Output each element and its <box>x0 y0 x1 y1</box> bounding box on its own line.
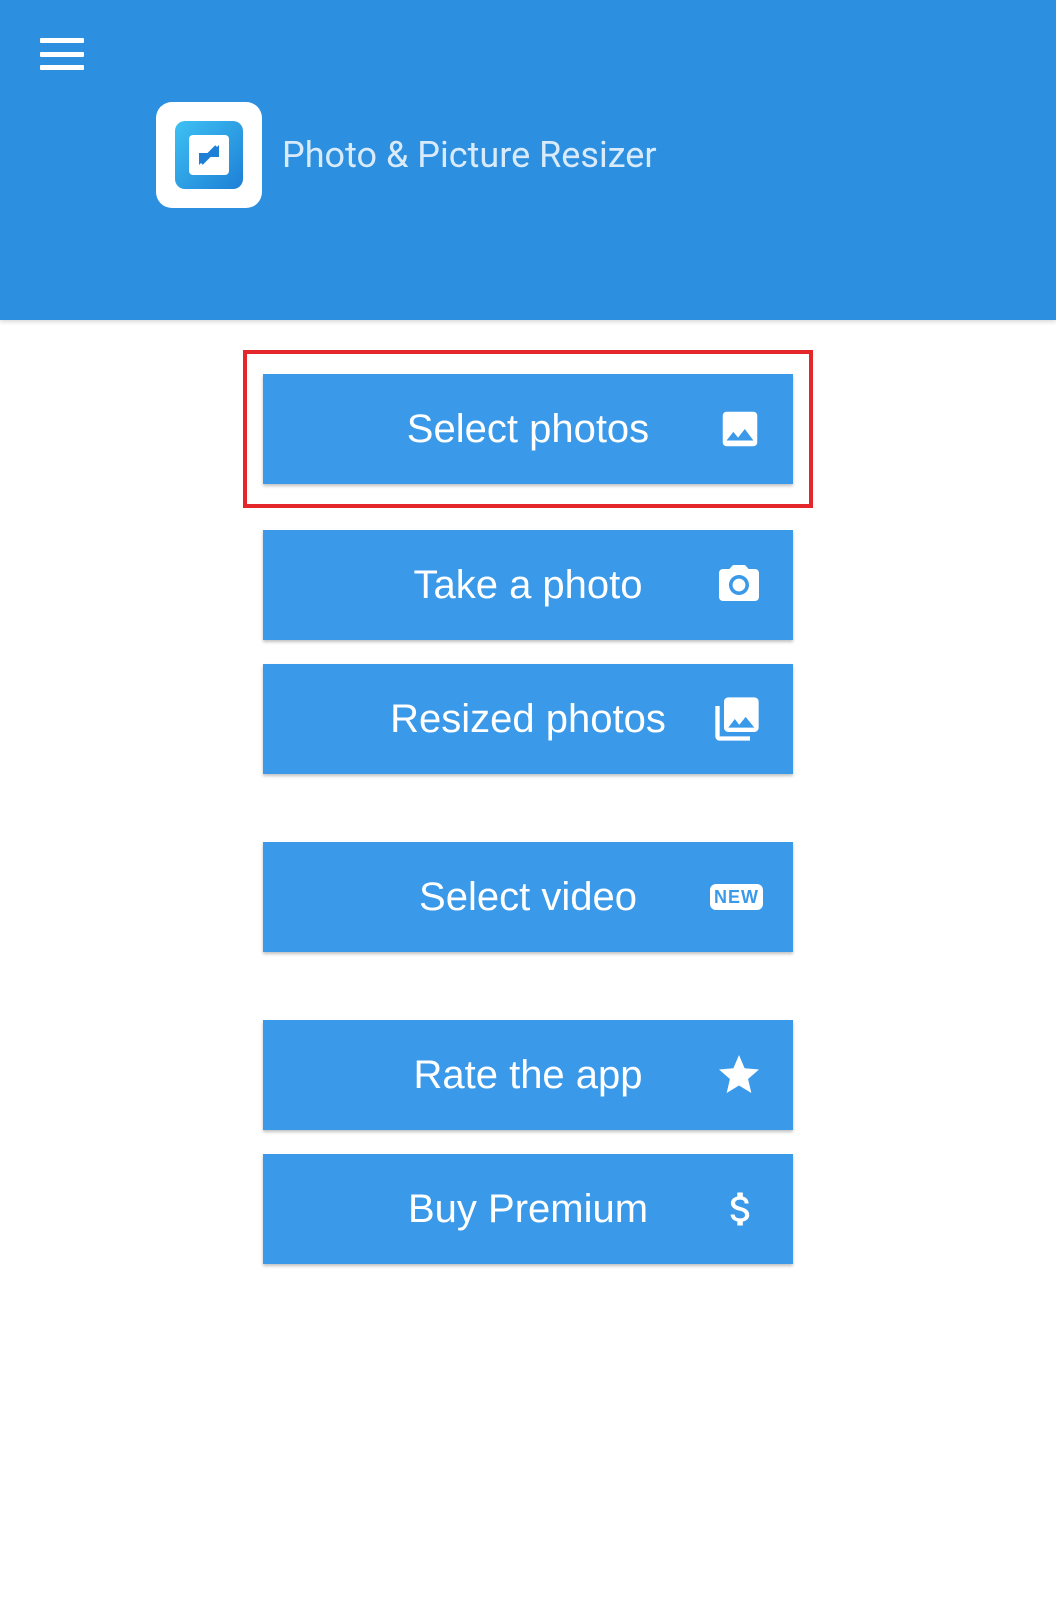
star-icon <box>715 1051 763 1099</box>
button-label: Take a photo <box>413 563 642 608</box>
select-video-button[interactable]: Select video NEW <box>263 842 793 952</box>
select-photos-button[interactable]: Select photos <box>263 374 793 484</box>
buy-premium-button[interactable]: Buy Premium <box>263 1154 793 1264</box>
app-brand: Photo & Picture Resizer <box>156 102 657 208</box>
button-label: Rate the app <box>413 1053 642 1098</box>
button-label: Select photos <box>407 407 649 452</box>
app-header: Photo & Picture Resizer <box>0 0 1056 320</box>
main-content: Select photos Take a photo Resized photo… <box>0 320 1056 1288</box>
photo-icon <box>717 406 763 452</box>
rate-app-button[interactable]: Rate the app <box>263 1020 793 1130</box>
menu-icon[interactable] <box>40 38 84 70</box>
app-title: Photo & Picture Resizer <box>282 134 657 176</box>
new-badge-label: NEW <box>710 884 763 910</box>
button-label: Select video <box>419 875 637 920</box>
new-badge-icon: NEW <box>710 884 763 910</box>
app-logo-icon <box>156 102 262 208</box>
take-photo-button[interactable]: Take a photo <box>263 530 793 640</box>
button-label: Buy Premium <box>408 1187 648 1232</box>
gallery-icon <box>711 693 763 745</box>
dollar-icon <box>719 1187 763 1231</box>
highlight-box: Select photos <box>243 350 813 508</box>
button-label: Resized photos <box>390 697 666 742</box>
resized-photos-button[interactable]: Resized photos <box>263 664 793 774</box>
camera-icon <box>715 561 763 609</box>
